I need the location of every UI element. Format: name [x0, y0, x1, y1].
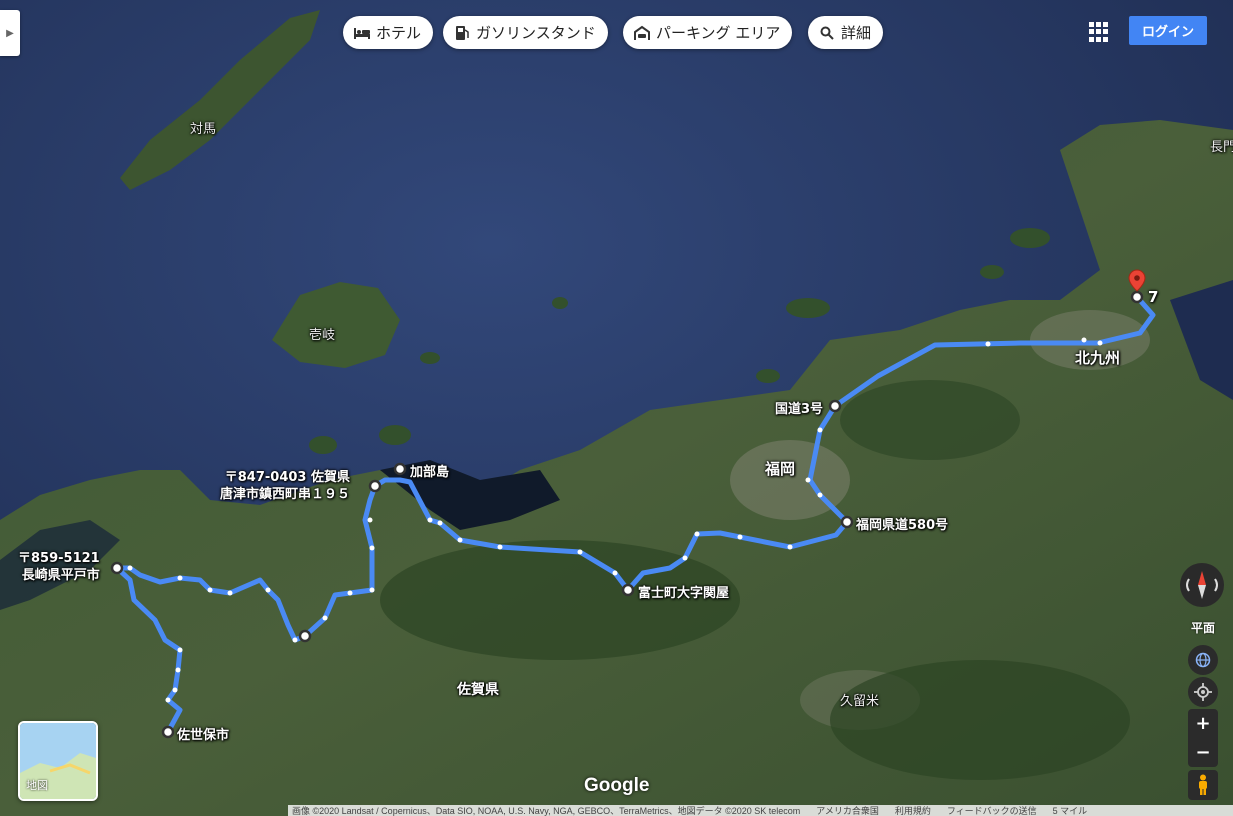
flat-view-toggle[interactable]: 平面 [1186, 619, 1220, 636]
label-nagato: 長門 [1210, 140, 1233, 155]
bed-icon [353, 24, 371, 42]
waypoint-label-sasebo: 佐世保市 [177, 728, 230, 743]
globe-view-button[interactable] [1188, 645, 1218, 675]
label-kitakyushu: 北九州 [1075, 349, 1121, 367]
label-saga: 佐賀県 [457, 682, 499, 698]
waypoint-label-pref580: 福岡県道580号 [856, 518, 949, 533]
destination-pin-dot [1134, 275, 1140, 281]
street-view-pegman[interactable] [1188, 770, 1218, 800]
satellite-map[interactable] [0, 0, 1233, 816]
more-chip[interactable]: 詳細 [808, 16, 884, 49]
waypoint-label-hirado: 〒859-5121 長崎県平戸市 [18, 551, 100, 583]
islet [420, 352, 440, 364]
apps-grid-icon[interactable] [1089, 22, 1109, 42]
compass-control[interactable] [1180, 563, 1224, 607]
zoom-in-button[interactable]: + [1188, 709, 1218, 738]
islet [552, 297, 568, 309]
parking-area-icon [633, 24, 651, 42]
more-chip-label: 詳細 [841, 24, 872, 42]
chevron-right-icon: ▶ [6, 27, 14, 39]
parking-area-chip-label: パーキング エリア [656, 24, 781, 42]
islet [756, 369, 780, 383]
map-type-toggle[interactable]: 地図 [18, 721, 98, 801]
my-location-button[interactable] [1188, 677, 1218, 707]
rotate-right-icon[interactable] [1214, 578, 1218, 592]
hotel-chip[interactable]: ホテル [343, 16, 434, 49]
google-logo: Google [584, 775, 650, 796]
zoom-out-button[interactable]: − [1188, 738, 1218, 767]
pegman-icon [1199, 774, 1207, 795]
my-location-icon [1194, 683, 1212, 701]
scale-label: 5 マイル [1052, 806, 1088, 816]
terms-link[interactable]: 利用規約 [895, 805, 931, 816]
hotel-chip-label: ホテル [376, 24, 422, 42]
map-footer: 画像 ©2020 Landsat / Copernicus、Data SIO, … [288, 805, 1233, 816]
feedback-link[interactable]: フィードバックの送信 [947, 805, 1037, 816]
gas-pump-icon [453, 24, 471, 42]
compass-north-icon [1198, 571, 1206, 585]
zoom-control: + − [1188, 709, 1218, 767]
islet [786, 298, 830, 318]
login-button[interactable]: ログイン [1129, 16, 1207, 45]
compass-south-icon [1198, 585, 1206, 599]
gas-station-chip-label: ガソリンスタンド [476, 24, 596, 42]
search-icon [818, 24, 836, 42]
gas-station-chip[interactable]: ガソリンスタンド [443, 16, 608, 49]
islet [379, 425, 411, 445]
label-fukuoka: 福岡 [765, 460, 796, 478]
map-type-label: 地図 [26, 779, 48, 792]
label-tsushima: 対馬 [190, 122, 217, 137]
waypoint-label-kabeshima: 加部島 [410, 465, 450, 480]
label-kurume: 久留米 [840, 694, 880, 709]
parking-area-chip[interactable]: パーキング エリア [623, 16, 793, 49]
label-iki: 壱岐 [309, 328, 336, 343]
side-panel-toggle[interactable]: ▶ [0, 10, 20, 56]
mountain-area [840, 380, 1020, 460]
waypoint-label-route3: 国道3号 [775, 402, 824, 417]
islet [980, 265, 1004, 279]
rotate-left-icon[interactable] [1186, 578, 1190, 592]
waypoint-label-karatsu: 〒847-0403 佐賀県 唐津市鎮西町串１９５ [220, 470, 351, 502]
waypoint-label-fujicho: 富士町大字関屋 [638, 586, 730, 601]
islet [309, 436, 337, 454]
region-link[interactable]: アメリカ合衆国 [816, 805, 879, 816]
imagery-attribution: 画像 ©2020 Landsat / Copernicus、Data SIO, … [292, 806, 801, 816]
mountain-area [830, 660, 1130, 780]
waypoint-label-7: 7 [1148, 288, 1159, 306]
islet [1010, 228, 1050, 248]
globe-icon [1195, 652, 1211, 668]
